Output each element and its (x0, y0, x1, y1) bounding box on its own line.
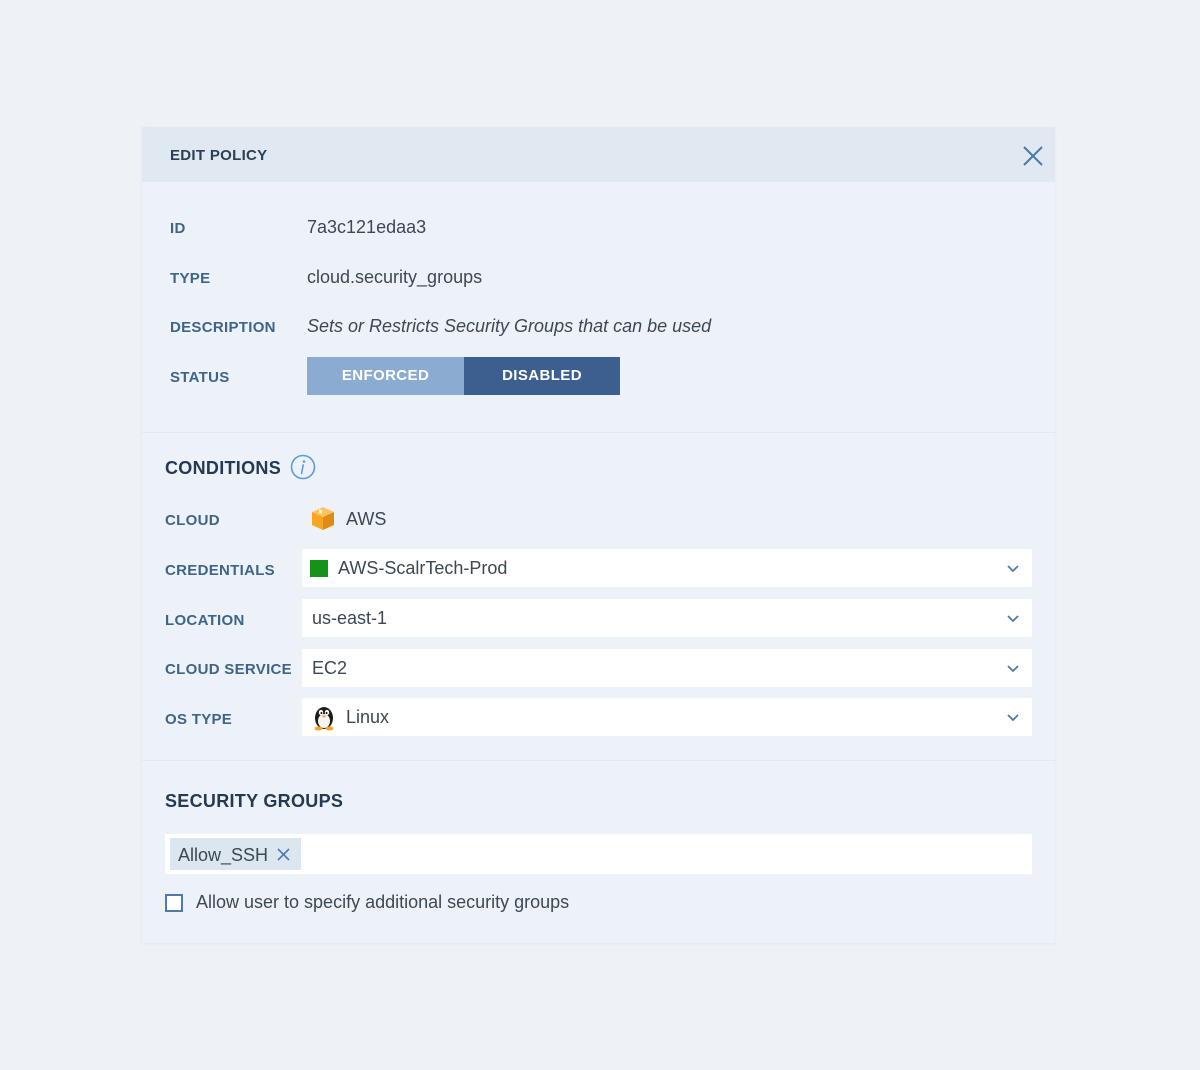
os-type-select[interactable]: Linux (302, 698, 1032, 736)
location-selected-value: us-east-1 (312, 608, 388, 628)
id-label: ID (170, 220, 186, 237)
aws-box-icon (310, 505, 336, 531)
os-type-label: OS TYPE (165, 711, 233, 728)
info-icon (290, 454, 316, 480)
security-group-tag-label: Allow_SSH (178, 845, 269, 865)
additional-groups-checkbox-label[interactable]: Allow user to specify additional securit… (196, 892, 569, 913)
x-icon (277, 848, 290, 861)
credentials-select[interactable]: AWS-ScalrTech-Prod (302, 549, 1032, 587)
close-icon (1023, 146, 1043, 166)
section-divider (142, 760, 1055, 761)
chevron-down-icon (1007, 714, 1019, 722)
dialog-title: EDIT POLICY (170, 147, 268, 164)
os-type-selected-value: Linux (346, 707, 390, 727)
cloud-service-selected-value: EC2 (312, 658, 348, 678)
edit-policy-dialog: EDIT POLICY ID 7a3c121edaa3 TYPE cloud.s… (142, 127, 1055, 943)
credentials-selected-value: AWS-ScalrTech-Prod (338, 558, 508, 578)
location-select[interactable]: us-east-1 (302, 599, 1032, 637)
remove-tag-button[interactable] (276, 847, 291, 862)
security-groups-title: SECURITY GROUPS (165, 791, 344, 811)
credentials-label: CREDENTIALS (165, 562, 275, 579)
status-disabled-button[interactable]: DISABLED (464, 357, 620, 395)
chevron-down-icon (1007, 665, 1019, 673)
cloud-label: CLOUD (165, 512, 220, 529)
conditions-info-button[interactable] (290, 454, 316, 480)
security-group-tag: Allow_SSH (170, 838, 301, 870)
chevron-down-icon (1007, 615, 1019, 623)
description-value: Sets or Restricts Security Groups that c… (307, 316, 712, 336)
description-label: DESCRIPTION (170, 319, 276, 336)
additional-groups-checkbox[interactable] (165, 894, 183, 912)
tux-penguin-icon (310, 703, 338, 731)
section-divider (142, 432, 1055, 433)
dialog-header: EDIT POLICY (142, 127, 1055, 182)
status-label: STATUS (170, 369, 230, 386)
id-value: 7a3c121edaa3 (307, 217, 427, 237)
chevron-down-icon (1007, 565, 1019, 573)
type-value: cloud.security_groups (307, 267, 483, 287)
location-label: LOCATION (165, 612, 245, 629)
type-label: TYPE (170, 270, 211, 287)
credential-color-swatch (310, 560, 328, 577)
conditions-title: CONDITIONS (165, 458, 282, 478)
cloud-service-label: CLOUD SERVICE (165, 661, 292, 678)
close-button[interactable] (1021, 144, 1045, 168)
status-toggle: ENFORCED DISABLED (307, 357, 620, 395)
cloud-value: AWS (346, 509, 387, 529)
status-enforced-button[interactable]: ENFORCED (307, 357, 464, 395)
security-groups-input[interactable]: Allow_SSH (165, 834, 1032, 874)
cloud-service-select[interactable]: EC2 (302, 649, 1032, 687)
